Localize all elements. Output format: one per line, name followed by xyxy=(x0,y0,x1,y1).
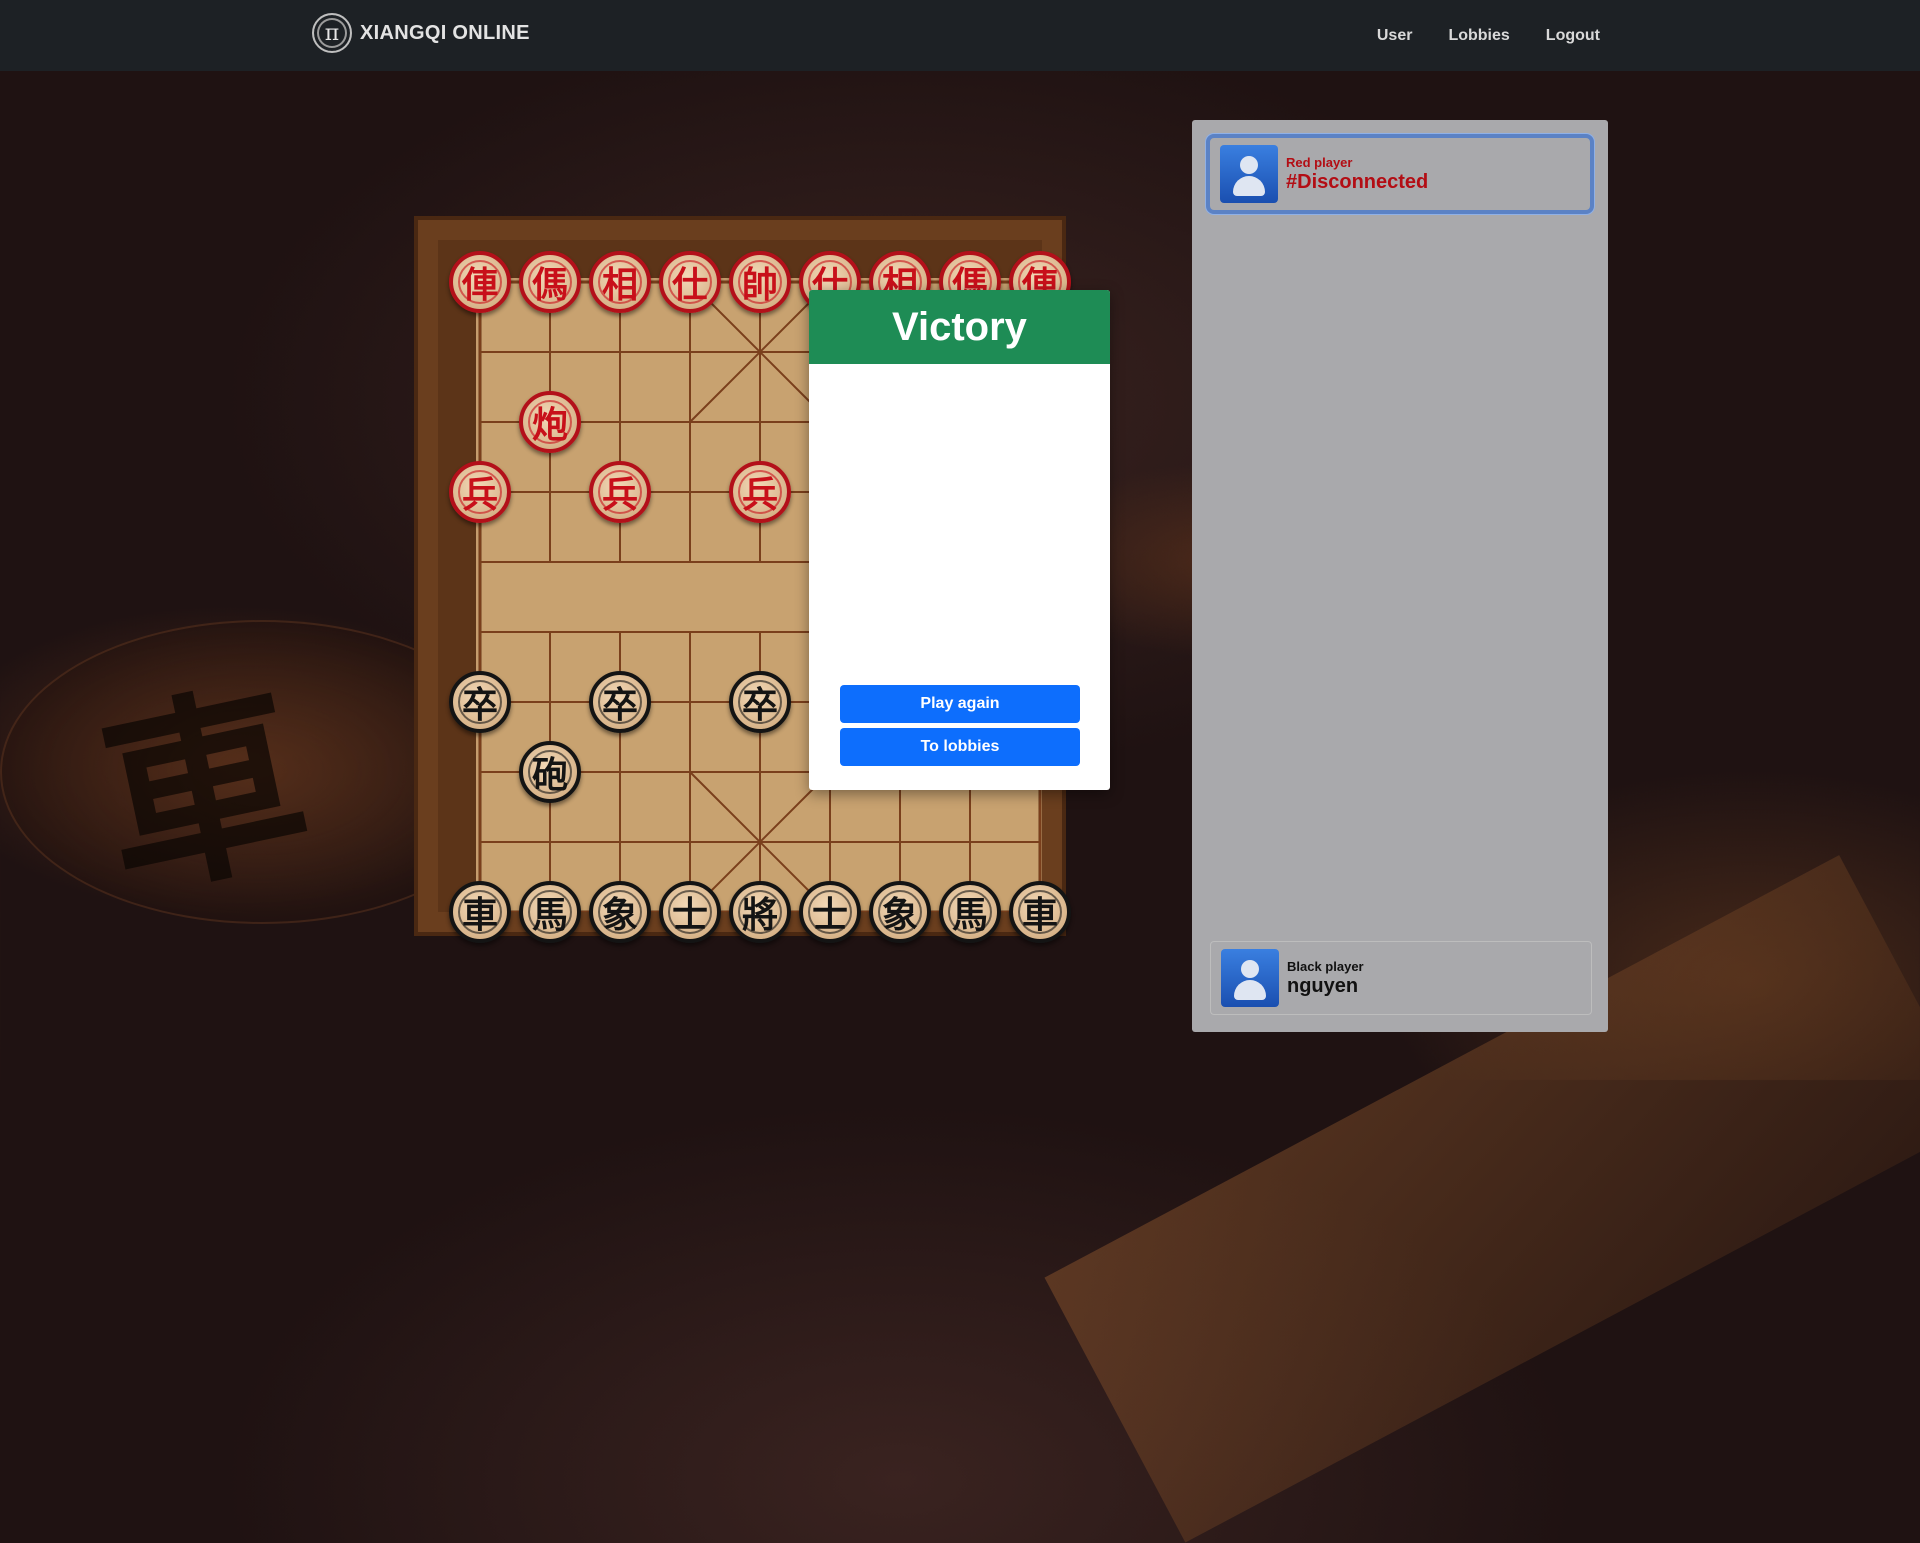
red-piece[interactable]: 炮 xyxy=(519,391,581,453)
victory-modal: Victory Play again To lobbies xyxy=(809,290,1110,790)
black-piece[interactable]: 士 xyxy=(659,881,721,943)
logo-icon: π xyxy=(312,13,352,53)
nav-link-logout[interactable]: Logout xyxy=(1546,27,1600,45)
play-again-button[interactable]: Play again xyxy=(840,685,1080,723)
brand[interactable]: π XIANGQI ONLINE xyxy=(312,13,530,53)
black-piece[interactable]: 馬 xyxy=(519,881,581,943)
black-piece[interactable]: 將 xyxy=(729,881,791,943)
red-player-card: Red player #Disconnected xyxy=(1206,134,1594,214)
black-piece[interactable]: 砲 xyxy=(519,741,581,803)
player-info: Black player nguyen xyxy=(1287,959,1364,998)
player-name: nguyen xyxy=(1287,974,1359,997)
red-piece[interactable]: 兵 xyxy=(449,461,511,523)
red-piece[interactable]: 兵 xyxy=(729,461,791,523)
player-name: #Disconnected xyxy=(1286,170,1429,193)
red-piece[interactable]: 傌 xyxy=(519,251,581,313)
player-info: Red player #Disconnected xyxy=(1286,155,1428,194)
black-piece[interactable]: 卒 xyxy=(729,671,791,733)
player-role: Black player xyxy=(1287,958,1364,974)
brand-name: XIANGQI ONLINE xyxy=(360,21,530,44)
to-lobbies-button[interactable]: To lobbies xyxy=(840,728,1080,766)
nav-link-user[interactable]: User xyxy=(1377,27,1413,45)
red-piece[interactable]: 兵 xyxy=(589,461,651,523)
black-piece[interactable]: 馬 xyxy=(939,881,1001,943)
red-piece[interactable]: 相 xyxy=(589,251,651,313)
player-role: Red player xyxy=(1286,154,1353,170)
red-piece[interactable]: 帥 xyxy=(729,251,791,313)
navbar: π XIANGQI ONLINE User Lobbies Logout xyxy=(0,0,1920,71)
black-piece[interactable]: 車 xyxy=(449,881,511,943)
avatar-icon xyxy=(1221,949,1279,1007)
players-panel: Red player #Disconnected Black player ng… xyxy=(1192,120,1608,1032)
black-piece[interactable]: 卒 xyxy=(449,671,511,733)
avatar-icon xyxy=(1220,145,1278,203)
black-piece[interactable]: 車 xyxy=(1009,881,1071,943)
red-piece[interactable]: 仕 xyxy=(659,251,721,313)
black-piece[interactable]: 象 xyxy=(589,881,651,943)
nav-links: User Lobbies Logout xyxy=(1377,27,1600,45)
black-piece[interactable]: 卒 xyxy=(589,671,651,733)
modal-title: Victory xyxy=(809,290,1110,364)
black-piece[interactable]: 象 xyxy=(869,881,931,943)
black-piece[interactable]: 士 xyxy=(799,881,861,943)
black-player-card: Black player nguyen xyxy=(1210,941,1592,1015)
nav-link-lobbies[interactable]: Lobbies xyxy=(1448,27,1509,45)
red-piece[interactable]: 俥 xyxy=(449,251,511,313)
